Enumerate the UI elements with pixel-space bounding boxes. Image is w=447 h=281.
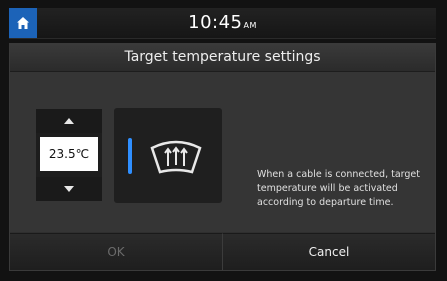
up-arrow-icon <box>64 118 74 124</box>
dialog-title: Target temperature settings <box>10 44 435 72</box>
defrost-on-indicator <box>128 138 132 174</box>
info-text: When a cable is connected, target temper… <box>257 169 420 208</box>
temperature-stepper: 23.5℃ <box>36 109 102 201</box>
cancel-button[interactable]: Cancel <box>223 233 435 270</box>
defrost-toggle[interactable] <box>114 108 222 203</box>
temperature-up-button[interactable] <box>36 109 102 133</box>
target-temperature-dialog: Target temperature settings 23.5℃ When a… <box>9 43 436 271</box>
status-bar: 10:45AM <box>9 8 436 39</box>
temperature-value: 23.5℃ <box>40 137 98 171</box>
clock: 10:45AM <box>9 12 436 33</box>
screen: 10:45AM Target temperature settings 23.5… <box>0 0 447 281</box>
temperature-down-button[interactable] <box>36 177 102 201</box>
windshield-defrost-icon <box>150 140 202 174</box>
down-arrow-icon <box>64 186 74 192</box>
clock-ampm: AM <box>243 21 257 30</box>
dialog-footer: OK Cancel <box>10 233 435 270</box>
ok-button[interactable]: OK <box>10 233 223 270</box>
clock-time: 10:45 <box>188 12 243 33</box>
